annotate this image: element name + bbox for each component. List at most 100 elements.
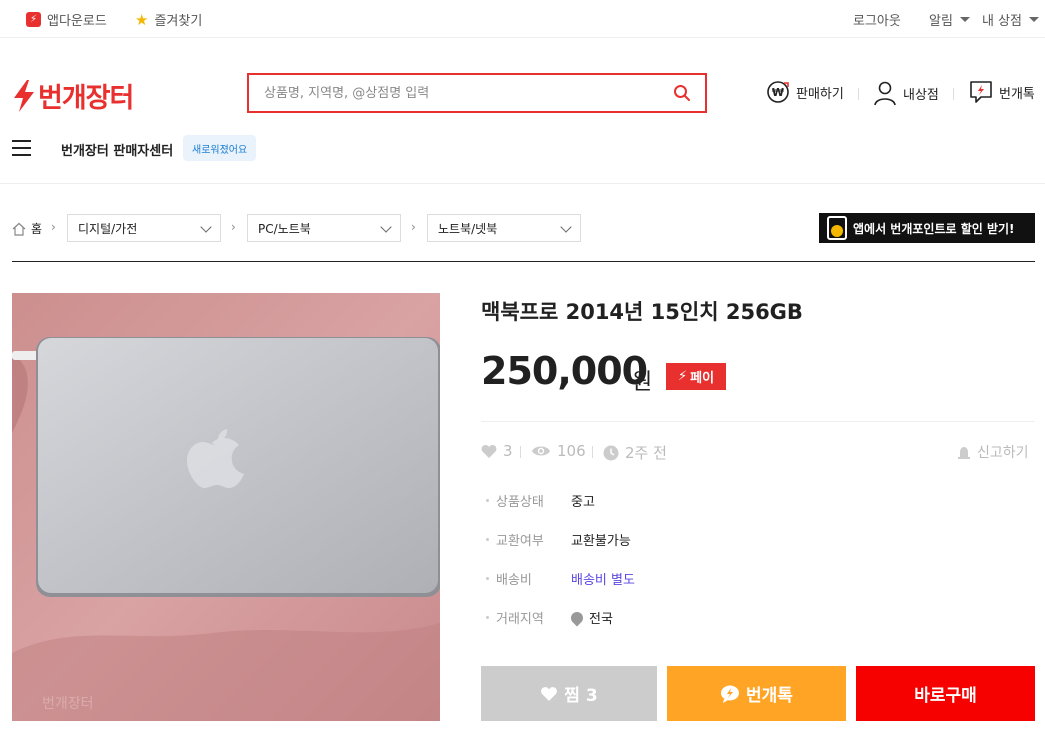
breadcrumb-divider bbox=[12, 261, 1035, 262]
detail-value: 전국 bbox=[589, 612, 613, 627]
wish-button[interactable]: 찜 3 bbox=[481, 666, 657, 721]
caret-down-icon bbox=[1029, 17, 1040, 22]
category-select-3[interactable]: 노트북/넷북 bbox=[427, 214, 581, 242]
user-icon bbox=[874, 81, 896, 106]
image-watermark: 번개장터 bbox=[42, 696, 94, 712]
report-label: 신고하기 bbox=[977, 445, 1029, 461]
heart-icon bbox=[541, 686, 558, 701]
home-label: 홈 bbox=[31, 222, 43, 236]
chevron-down-icon bbox=[200, 221, 212, 233]
search-input[interactable] bbox=[249, 75, 659, 111]
svg-text:₩: ₩ bbox=[772, 86, 784, 99]
product-price: 250,000 bbox=[481, 349, 648, 393]
price-currency: 원 bbox=[632, 370, 653, 395]
app-promo-banner[interactable]: 앱에서 번개포인트로 할인 받기! bbox=[819, 213, 1035, 243]
seller-center-link[interactable]: 번개장터 판매자센터 bbox=[61, 140, 173, 159]
chevron-down-icon bbox=[560, 221, 572, 233]
chat-button[interactable]: 번개톡 bbox=[667, 666, 846, 721]
category-label: PC/노트북 bbox=[258, 221, 311, 236]
chevron-right-icon: › bbox=[51, 220, 56, 234]
detail-row-shipping: 배송비 배송비 별도 bbox=[486, 569, 635, 588]
divider bbox=[520, 446, 521, 458]
detail-value: 교환불가능 bbox=[571, 534, 631, 549]
divider bbox=[858, 88, 859, 100]
caret-down-icon bbox=[959, 17, 970, 22]
location-pin-icon bbox=[568, 609, 586, 626]
post-time: 2주 전 bbox=[603, 442, 667, 463]
report-button[interactable]: 신고하기 bbox=[957, 442, 1029, 462]
phone-coin-icon bbox=[827, 216, 847, 240]
chevron-right-icon: › bbox=[231, 220, 236, 234]
wish-label: 찜 3 bbox=[564, 686, 598, 706]
category-select-1[interactable]: 디지털/가전 bbox=[67, 214, 221, 242]
divider bbox=[592, 446, 593, 458]
pay-badge: ⚡ 페이 bbox=[666, 363, 726, 390]
lightning-logo-icon bbox=[14, 79, 34, 112]
eye-icon bbox=[532, 446, 550, 456]
sell-label: 판매하기 bbox=[796, 86, 844, 102]
talk-label: 번개톡 bbox=[999, 86, 1035, 102]
clock-icon bbox=[603, 445, 619, 460]
chat-bubble-icon bbox=[970, 81, 992, 103]
logout-link[interactable]: 로그아웃 bbox=[853, 10, 901, 29]
promo-label: 앱에서 번개포인트로 할인 받기! bbox=[853, 221, 1015, 236]
detail-value: 중고 bbox=[571, 495, 595, 510]
category-label: 디지털/가전 bbox=[78, 221, 138, 236]
detail-row-condition: 상품상태 중고 bbox=[486, 491, 595, 510]
chat-label: 번개톡 bbox=[746, 686, 793, 706]
info-divider bbox=[481, 421, 1035, 422]
alarm-dropdown[interactable]: 알림 bbox=[929, 10, 970, 29]
menu-icon[interactable] bbox=[12, 140, 31, 156]
chevron-down-icon bbox=[380, 221, 392, 233]
detail-row-location: 거래지역 전국 bbox=[486, 608, 613, 627]
category-label: 노트북/넷북 bbox=[438, 221, 498, 236]
talk-bubble-icon bbox=[721, 685, 740, 703]
my-store-button[interactable]: 내상점 bbox=[873, 80, 939, 106]
star-icon: ★ bbox=[135, 10, 149, 29]
post-time-value: 2주 전 bbox=[625, 444, 667, 462]
new-badge: 새로워졌어요 bbox=[183, 135, 257, 161]
view-count: 106 bbox=[531, 442, 586, 460]
detail-label: 교환여부 bbox=[496, 534, 544, 549]
alarm-label: 알림 bbox=[929, 14, 953, 29]
detail-label: 상품상태 bbox=[496, 495, 544, 510]
divider bbox=[953, 88, 954, 100]
favorites-link[interactable]: ★ 즐겨찾기 bbox=[135, 10, 203, 30]
siren-icon bbox=[958, 447, 970, 459]
lightning-icon: ⚡ bbox=[26, 12, 41, 27]
category-select-2[interactable]: PC/노트북 bbox=[247, 214, 401, 242]
buy-now-button[interactable]: 바로구매 bbox=[856, 666, 1035, 721]
my-store-label: 내 상점 bbox=[982, 14, 1023, 29]
app-download-label: 앱다운로드 bbox=[47, 14, 107, 29]
buy-now-label: 바로구매 bbox=[914, 686, 977, 706]
search-box bbox=[247, 73, 707, 113]
detail-row-exchange: 교환여부 교환불가능 bbox=[486, 530, 631, 549]
breadcrumb-home[interactable]: 홈 bbox=[12, 220, 42, 237]
detail-label: 거래지역 bbox=[496, 612, 544, 627]
chevron-right-icon: › bbox=[411, 220, 416, 234]
logo[interactable]: 번개장터 bbox=[12, 76, 134, 115]
logo-text: 번개장터 bbox=[38, 83, 134, 113]
my-store-dropdown[interactable]: 내 상점 bbox=[982, 10, 1040, 29]
view-count-value: 106 bbox=[557, 442, 586, 460]
product-title: 맥북프로 2014년 15인치 256GB bbox=[481, 300, 803, 324]
product-image[interactable]: 번개장터 bbox=[12, 293, 440, 721]
sell-button[interactable]: ₩ 판매하기 bbox=[766, 80, 844, 104]
pay-badge-label: 페이 bbox=[690, 371, 715, 386]
talk-button[interactable]: 번개톡 bbox=[969, 80, 1035, 104]
search-icon[interactable] bbox=[673, 84, 691, 102]
like-count: 3 bbox=[481, 442, 513, 460]
won-coin-icon: ₩ bbox=[767, 81, 789, 103]
favorites-label: 즐겨찾기 bbox=[154, 14, 203, 29]
detail-value: 배송비 별도 bbox=[571, 573, 635, 588]
header-divider bbox=[0, 183, 1045, 184]
my-store-label: 내상점 bbox=[903, 87, 939, 103]
detail-label: 배송비 bbox=[496, 573, 532, 588]
home-icon bbox=[12, 222, 26, 236]
app-download-link[interactable]: ⚡ 앱다운로드 bbox=[26, 10, 107, 29]
logout-label: 로그아웃 bbox=[853, 14, 901, 29]
top-bar: ⚡ 앱다운로드 ★ 즐겨찾기 로그아웃 알림 내 상점 bbox=[0, 0, 1045, 38]
macbook-photo: 번개장터 bbox=[12, 293, 440, 721]
lightning-icon: ⚡ bbox=[677, 369, 688, 384]
like-count-value: 3 bbox=[503, 442, 513, 460]
